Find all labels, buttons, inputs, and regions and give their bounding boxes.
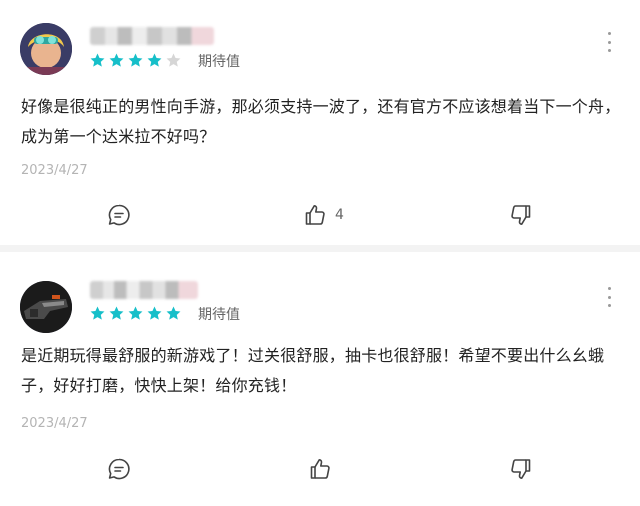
- star-icon: [146, 52, 163, 69]
- star-icon: [108, 305, 125, 322]
- thumb-down-icon: [511, 205, 531, 225]
- like-button[interactable]: 4: [303, 203, 344, 227]
- thumb-down-icon: [511, 459, 531, 479]
- review-card: 期待值 好像是很纯正的男性向手游，那必须支持一波了，还有官方不应该想着当下一个舟…: [0, 0, 640, 245]
- star-icon: [146, 305, 163, 322]
- rating-stars: [89, 305, 182, 322]
- user-avatar[interactable]: [20, 23, 72, 75]
- more-vertical-icon[interactable]: [606, 32, 612, 52]
- review-date: 2023/4/27: [21, 163, 88, 178]
- star-icon: [89, 52, 106, 69]
- user-avatar[interactable]: [20, 281, 72, 333]
- comment-icon: [108, 458, 130, 480]
- review-date: 2023/4/27: [21, 416, 88, 431]
- rating-stars: [89, 52, 182, 69]
- star-icon: [108, 52, 125, 69]
- thumb-up-icon: [310, 459, 330, 479]
- thumb-up-icon: [305, 205, 325, 225]
- username-blurred: [90, 281, 198, 299]
- review-content: 好像是很纯正的男性向手游，那必须支持一波了，还有官方不应该想着当下一个舟，成为第…: [21, 97, 621, 146]
- star-icon: [89, 305, 106, 322]
- more-vertical-icon[interactable]: [606, 287, 612, 307]
- star-icon: [127, 305, 144, 322]
- star-icon: [165, 305, 182, 322]
- dislike-button[interactable]: [509, 457, 533, 481]
- star-icon: [127, 52, 144, 69]
- rating-label: 期待值: [198, 54, 240, 70]
- like-count: 4: [335, 207, 344, 223]
- star-icon: [165, 52, 182, 69]
- like-button[interactable]: [308, 457, 340, 481]
- comment-button[interactable]: [107, 203, 131, 227]
- dislike-button[interactable]: [509, 203, 533, 227]
- username-blurred: [90, 27, 214, 45]
- section-divider: [0, 245, 640, 252]
- review-content: 是近期玩得最舒服的新游戏了！过关很舒服，抽卡也很舒服！希望不要出什么幺蛾子，好好…: [21, 346, 605, 395]
- comment-button[interactable]: [107, 457, 131, 481]
- rating-label: 期待值: [198, 307, 240, 323]
- review-card: 期待值 是近期玩得最舒服的新游戏了！过关很舒服，抽卡也很舒服！希望不要出什么幺蛾…: [0, 252, 640, 506]
- comment-icon: [108, 204, 130, 226]
